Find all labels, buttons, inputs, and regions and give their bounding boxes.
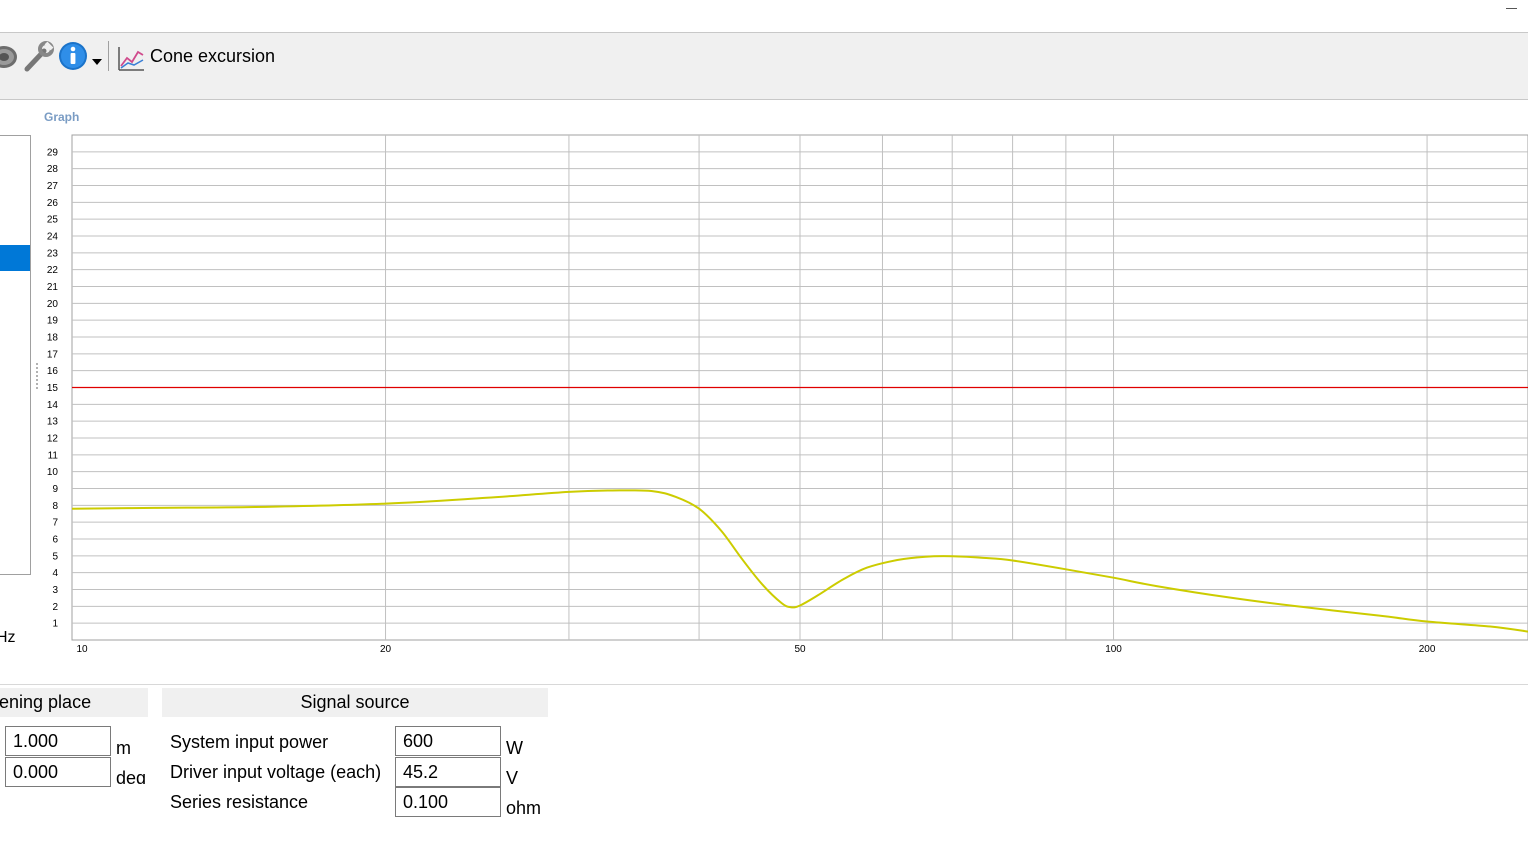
series-resistance-input[interactable] <box>395 787 501 817</box>
system-input-power-input[interactable] <box>395 726 501 756</box>
toolbar: Cone excursion <box>0 32 1528 100</box>
driver-input-voltage-input[interactable] <box>395 757 501 787</box>
y-tick-label: 9 <box>52 484 58 495</box>
y-tick-label: 29 <box>47 147 59 158</box>
y-tick-label: 12 <box>47 434 59 445</box>
x-tick-label: 10 <box>76 644 88 655</box>
y-tick-label: 5 <box>52 551 58 562</box>
distance-input[interactable] <box>5 726 111 756</box>
system-input-power-unit: W <box>506 738 523 758</box>
y-tick-label: 25 <box>47 215 59 226</box>
y-tick-label: 26 <box>47 198 59 209</box>
y-tick-label: 7 <box>52 518 58 529</box>
system-input-power-label: System input power <box>170 732 329 752</box>
y-tick-label: 6 <box>52 535 58 546</box>
toolbar-separator <box>108 41 109 71</box>
y-tick-label: 27 <box>47 181 59 192</box>
speaker-driver-icon[interactable] <box>0 41 20 73</box>
y-tick-label: 15 <box>47 383 59 394</box>
y-tick-label: 16 <box>47 366 59 377</box>
y-tick-label: 4 <box>52 568 58 579</box>
distance-unit: m <box>116 738 131 758</box>
listening-place-title: tening place <box>0 692 92 712</box>
cone-excursion-chart: 1234567891011121314151617181920212223242… <box>47 134 1528 655</box>
y-tick-label: 28 <box>47 164 59 175</box>
y-tick-label: 18 <box>47 333 59 344</box>
y-tick-label: 14 <box>47 400 59 411</box>
chevron-down-icon[interactable] <box>91 41 103 73</box>
y-tick-label: 1 <box>52 619 58 630</box>
y-tick-label: 24 <box>47 232 59 243</box>
graph-panel-label: Graph <box>44 110 80 124</box>
info-icon[interactable] <box>58 41 90 73</box>
y-tick-label: 11 <box>48 450 59 461</box>
series-resistance-label: Series resistance <box>170 792 309 812</box>
driver-input-voltage-unit: V <box>506 768 519 788</box>
cone-excursion-label[interactable]: Cone excursion <box>150 45 275 67</box>
y-tick-label: 19 <box>47 316 59 327</box>
x-tick-label: 100 <box>1105 644 1122 655</box>
y-tick-label: 23 <box>47 248 59 259</box>
y-tick-label: 13 <box>47 417 59 428</box>
y-tick-label: 10 <box>47 467 59 478</box>
y-tick-label: 2 <box>52 602 58 613</box>
x-tick-label: 200 <box>1419 644 1436 655</box>
y-tick-label: 22 <box>47 265 59 276</box>
y-tick-label: 8 <box>52 501 58 512</box>
title-bar <box>0 0 1528 32</box>
x-tick-label: 50 <box>794 644 806 655</box>
wrench-icon[interactable] <box>22 41 54 73</box>
line-chart-icon[interactable] <box>116 41 146 73</box>
signal-source-header: Signal source <box>162 688 548 717</box>
y-tick-label: 20 <box>47 299 59 310</box>
y-tick-label: 17 <box>47 349 59 360</box>
angle-input[interactable] <box>5 757 111 787</box>
panel-divider <box>0 684 1528 685</box>
minimize-button[interactable] <box>1502 0 1520 14</box>
series-resistance-unit: ohm <box>506 798 542 818</box>
angle-unit: deg <box>116 768 147 784</box>
x-tick-label: 20 <box>380 644 392 655</box>
y-tick-label: 21 <box>47 282 59 293</box>
listening-place-header: tening place <box>0 688 148 717</box>
y-tick-label: 3 <box>52 585 58 596</box>
driver-input-voltage-label: Driver input voltage (each) <box>170 762 382 782</box>
